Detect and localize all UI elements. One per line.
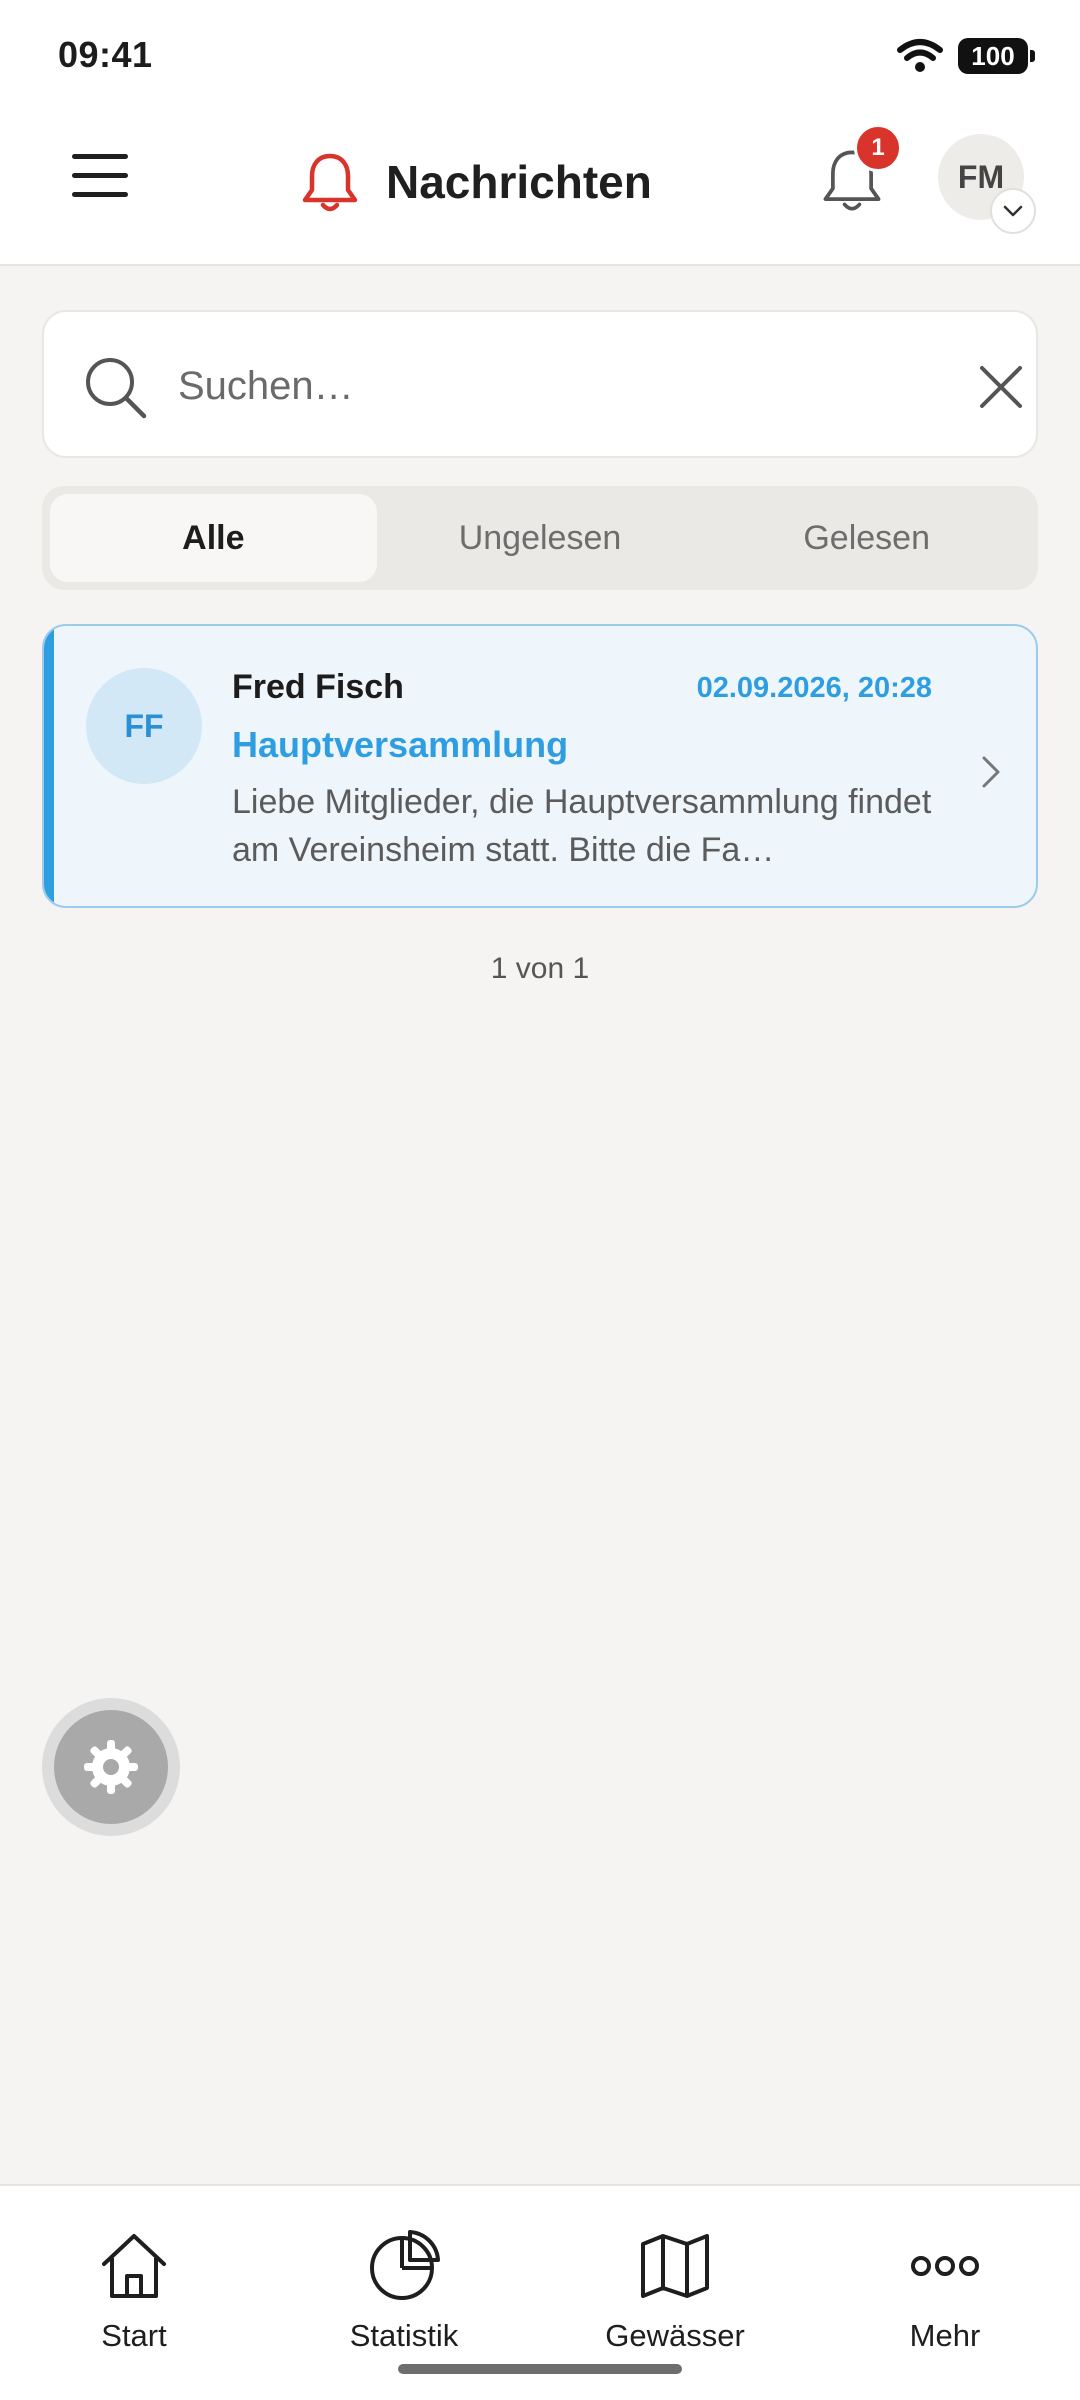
chevron-down-icon xyxy=(1003,205,1023,217)
nav-start-label: Start xyxy=(101,2318,167,2353)
chevron-right-icon xyxy=(982,756,1000,788)
pagination-info: 1 von 1 xyxy=(490,952,590,985)
nav-start[interactable]: Start xyxy=(34,2228,234,2358)
unread-accent-bar xyxy=(44,626,54,906)
page-title: Nachrichten xyxy=(386,156,652,208)
messages-screen: 09:41 100 Nachrichten 1 FM Suchen… Alle … xyxy=(0,0,1080,2400)
settings-fab-inner xyxy=(54,1710,168,1824)
message-subject: Hauptversammlung xyxy=(232,724,569,765)
bell-icon xyxy=(302,153,358,212)
nav-statistik-label: Statistik xyxy=(349,2318,459,2353)
hamburger-icon xyxy=(72,154,128,197)
tab-gelesen[interactable]: Gelesen xyxy=(703,494,1030,582)
nav-gewaesser-label: Gewässer xyxy=(605,2318,745,2353)
nav-mehr[interactable]: Mehr xyxy=(845,2228,1045,2358)
filter-tabs: Alle Ungelesen Gelesen xyxy=(42,486,1038,590)
message-list-item[interactable]: FF Fred Fisch 02.09.2026, 20:28 Hauptver… xyxy=(42,624,1038,908)
status-indicators: 100 xyxy=(896,38,1035,74)
gear-icon xyxy=(84,1740,138,1794)
title-group: Nachrichten xyxy=(300,150,652,214)
tab-ungelesen[interactable]: Ungelesen xyxy=(377,494,704,582)
app-header: Nachrichten 1 FM xyxy=(0,110,1080,266)
nav-gewaesser[interactable]: Gewässer xyxy=(575,2228,775,2358)
battery-icon: 100 xyxy=(958,38,1035,74)
search-icon xyxy=(86,358,147,419)
map-icon xyxy=(641,2234,709,2298)
settings-fab[interactable] xyxy=(42,1698,180,1836)
pie-chart-icon xyxy=(370,2230,440,2300)
status-bar: 09:41 100 xyxy=(0,0,1080,110)
close-icon xyxy=(980,366,1022,408)
status-time: 09:41 xyxy=(58,34,153,75)
nav-statistik[interactable]: Statistik xyxy=(304,2228,504,2358)
message-sender: Fred Fisch xyxy=(232,668,404,706)
nav-mehr-label: Mehr xyxy=(909,2318,981,2353)
wifi-icon xyxy=(897,39,943,72)
clear-search-button[interactable] xyxy=(974,360,1028,414)
menu-button[interactable] xyxy=(70,146,130,206)
search-input[interactable] xyxy=(178,350,938,422)
home-icon xyxy=(102,2234,166,2298)
tab-alle[interactable]: Alle xyxy=(50,494,377,582)
notification-count-badge: 1 xyxy=(854,124,902,172)
more-dots-icon xyxy=(911,2256,979,2276)
message-preview: Liebe Mitglieder, die Hauptversammlung f… xyxy=(232,783,932,869)
account-dropdown-toggle[interactable] xyxy=(990,188,1036,234)
message-date: 02.09.2026, 20:28 xyxy=(696,672,932,704)
sender-avatar: FF xyxy=(86,668,202,784)
home-indicator xyxy=(398,2364,682,2374)
search-bar xyxy=(42,310,1038,458)
